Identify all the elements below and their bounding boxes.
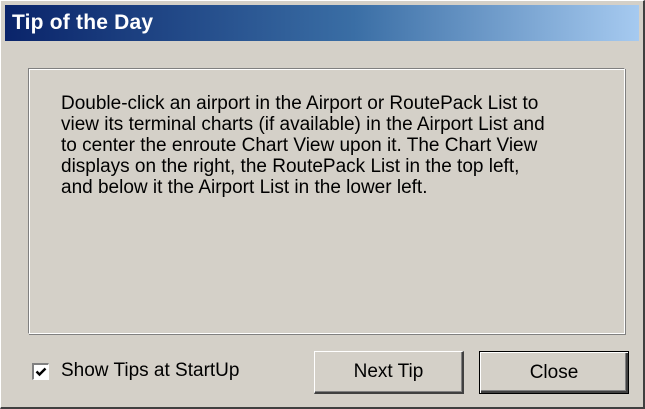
show-tips-label[interactable]: Show Tips at StartUp (61, 360, 239, 382)
show-tips-checkbox-box[interactable] (32, 362, 49, 380)
show-tips-checkbox[interactable]: Show Tips at StartUp (32, 360, 239, 382)
window-title: Tip of the Day (12, 11, 154, 34)
tip-of-the-day-dialog: Tip of the Day Double-click an airport i… (0, 0, 645, 409)
checkmark-icon (35, 367, 47, 376)
tip-text: Double-click an airport in the Airport o… (61, 93, 545, 198)
title-bar[interactable]: Tip of the Day (5, 5, 639, 41)
tip-panel: Double-click an airport in the Airport o… (28, 68, 625, 334)
next-tip-button[interactable]: Next Tip (314, 351, 464, 394)
close-button[interactable]: Close (479, 351, 629, 394)
